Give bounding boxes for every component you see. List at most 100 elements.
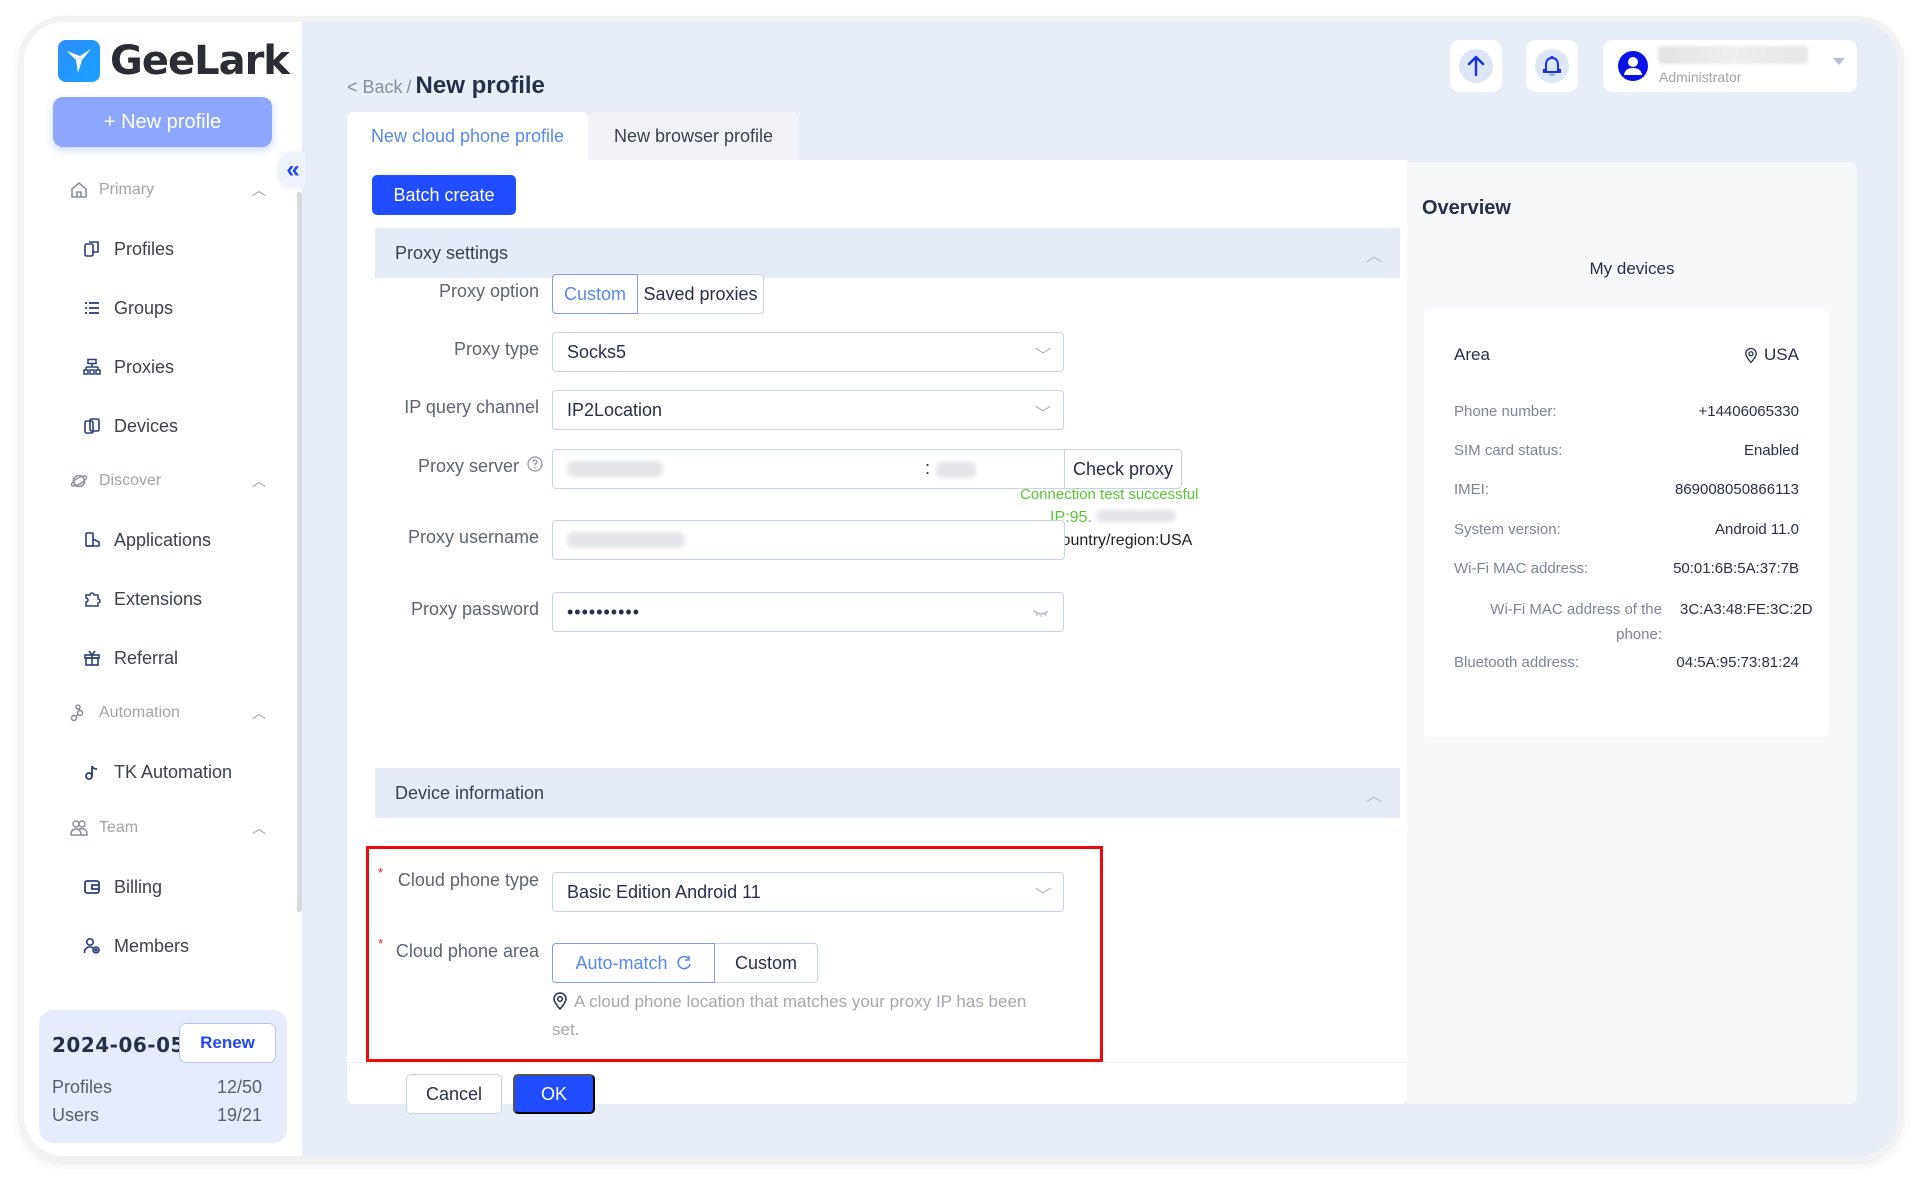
system-version: Android 11.0 <box>1715 521 1799 538</box>
overview-title: Overview <box>1422 197 1511 219</box>
proxy-username-redacted <box>567 532 685 548</box>
proxy-username-label: Proxy username <box>407 527 539 547</box>
detail-row: Phone number: +14406065330 <box>1454 403 1799 420</box>
user-role: Administrator <box>1659 69 1742 85</box>
chevron-down-icon: ﹀ <box>1034 348 1051 365</box>
proxy-server-label: Proxy server <box>417 456 519 476</box>
location-pin-icon <box>1745 347 1757 364</box>
app-name: GeeLark <box>110 38 290 84</box>
team-icon <box>69 818 89 838</box>
proxy-host-redacted <box>567 461 663 477</box>
detail-row: Wi-Fi MAC address: 50:01:6B:5A:37:7B <box>1454 560 1799 577</box>
arrow-up-icon <box>1467 55 1485 77</box>
devices-icon <box>82 416 102 436</box>
new-profile-button[interactable]: + New profile <box>53 97 272 147</box>
network-icon <box>82 357 102 377</box>
proxy-password-label: Proxy password <box>410 599 539 619</box>
proxy-ip: IP:95. <box>1050 509 1176 527</box>
detail-row: System version: Android 11.0 <box>1454 521 1799 538</box>
proxy-option-toggle: Custom Saved proxies <box>552 274 764 314</box>
proxy-server-input[interactable]: : <box>552 449 1065 489</box>
upload-button[interactable] <box>1450 40 1502 92</box>
proxy-settings-header[interactable]: Proxy settings ︿ <box>375 228 1400 278</box>
double-chevron-left-icon: « <box>286 156 300 183</box>
help-icon[interactable] <box>527 456 543 477</box>
proxy-option-label: Proxy option <box>438 281 539 301</box>
tab-new-browser-profile[interactable]: New browser profile <box>588 112 799 160</box>
proxy-type-select[interactable]: Socks5 ﹀ <box>552 332 1064 372</box>
breadcrumb: < Back / New profile <box>347 72 545 99</box>
sidebar-item-proxies[interactable]: Proxies <box>82 352 272 382</box>
back-link[interactable]: < Back <box>347 77 403 98</box>
proxy-username-input[interactable] <box>552 520 1065 560</box>
users-usage: 19/21 <box>216 1105 262 1125</box>
sim-status: Enabled <box>1743 442 1799 459</box>
sidebar-item-profiles[interactable]: Profiles <box>82 234 272 264</box>
chevron-up-icon: ︿ <box>1365 248 1382 265</box>
user-name-redacted <box>1658 46 1808 64</box>
sidebar-item-billing[interactable]: Billing <box>82 872 272 902</box>
sidebar-item-referral[interactable]: Referral <box>82 643 272 673</box>
nav-group-discover[interactable]: Discover ︿ <box>69 469 269 493</box>
sidebar-item-devices[interactable]: Devices <box>82 411 272 441</box>
nav-group-team[interactable]: Team ︿ <box>69 816 269 840</box>
sidebar-item-tk-automation[interactable]: TK Automation <box>82 757 272 787</box>
user-menu[interactable]: Administrator <box>1603 40 1857 92</box>
sidebar-scrollbar[interactable] <box>297 192 302 912</box>
ip-query-channel-select[interactable]: IP2Location ﹀ <box>552 390 1064 430</box>
connection-status: Connection test successful <box>1020 486 1199 503</box>
chevron-up-icon: ︿ <box>252 182 266 198</box>
chevron-up-icon: ︿ <box>252 473 266 489</box>
sidebar-item-extensions[interactable]: Extensions <box>82 584 272 614</box>
tab-new-cloud-phone-profile[interactable]: New cloud phone profile <box>347 112 588 160</box>
phone-number: +14406065330 <box>1698 403 1799 420</box>
tiktok-icon <box>82 762 102 782</box>
eye-closed-icon[interactable] <box>1033 603 1049 624</box>
proxy-option-saved-proxies[interactable]: Saved proxies <box>638 274 764 314</box>
gift-icon <box>82 648 102 668</box>
overview-panel: Overview My devices Area USA Phone numbe… <box>1407 162 1857 1104</box>
my-devices-label: My devices <box>1589 259 1675 278</box>
user-avatar-icon <box>1618 51 1648 81</box>
wifi-mac: 50:01:6B:5A:37:7B <box>1673 560 1799 577</box>
geelark-logo-icon <box>58 40 100 82</box>
notifications-button[interactable] <box>1526 40 1578 92</box>
batch-create-button[interactable]: Batch create <box>372 175 516 215</box>
applications-icon <box>82 530 102 550</box>
plan-profiles-row: Profiles 12/50 <box>52 1077 262 1097</box>
plan-expiry-date: 2024-06-05 <box>52 1033 185 1057</box>
automation-icon <box>69 703 89 723</box>
planet-icon <box>69 471 89 491</box>
nav-group-automation[interactable]: Automation ︿ <box>69 701 269 725</box>
chevron-up-icon: ︿ <box>252 705 266 721</box>
proxy-option-custom[interactable]: Custom <box>552 274 638 314</box>
proxy-country-region: Country/region:USA <box>1050 532 1193 549</box>
caret-down-icon <box>1833 58 1845 65</box>
profiles-usage: 12/50 <box>216 1077 262 1097</box>
cancel-button[interactable]: Cancel <box>406 1074 502 1114</box>
highlight-box <box>366 846 1103 1062</box>
sidebar: GeeLark + New profile Primary ︿ Profiles… <box>24 22 302 1156</box>
device-information-header[interactable]: Device information ︿ <box>375 768 1400 818</box>
collapse-sidebar-button[interactable]: « <box>280 152 306 188</box>
app-window: GeeLark + New profile Primary ︿ Profiles… <box>24 22 1898 1156</box>
check-proxy-button[interactable]: Check proxy <box>1064 449 1182 489</box>
imei: 869008050866113 <box>1674 481 1799 498</box>
page-title: New profile <box>415 72 545 99</box>
renew-button[interactable]: Renew <box>179 1023 276 1063</box>
ok-button[interactable]: OK <box>513 1074 595 1114</box>
profile-form: Batch create Proxy settings ︿ Proxy opti… <box>347 160 1428 1114</box>
puzzle-icon <box>82 589 102 609</box>
sidebar-item-groups[interactable]: Groups <box>82 293 272 323</box>
sidebar-item-members[interactable]: Members <box>82 931 272 961</box>
logo[interactable]: GeeLark <box>58 38 290 84</box>
proxy-password-input[interactable]: •••••••••• <box>552 592 1064 632</box>
nav-group-primary[interactable]: Primary ︿ <box>69 178 269 202</box>
chevron-up-icon: ︿ <box>252 820 266 836</box>
list-icon <box>82 298 102 318</box>
chevron-down-icon: ﹀ <box>1034 406 1051 423</box>
profiles-icon <box>82 239 102 259</box>
detail-row: IMEI: 869008050866113 <box>1454 481 1799 498</box>
chevron-up-icon: ︿ <box>1365 788 1382 805</box>
sidebar-item-applications[interactable]: Applications <box>82 525 272 555</box>
